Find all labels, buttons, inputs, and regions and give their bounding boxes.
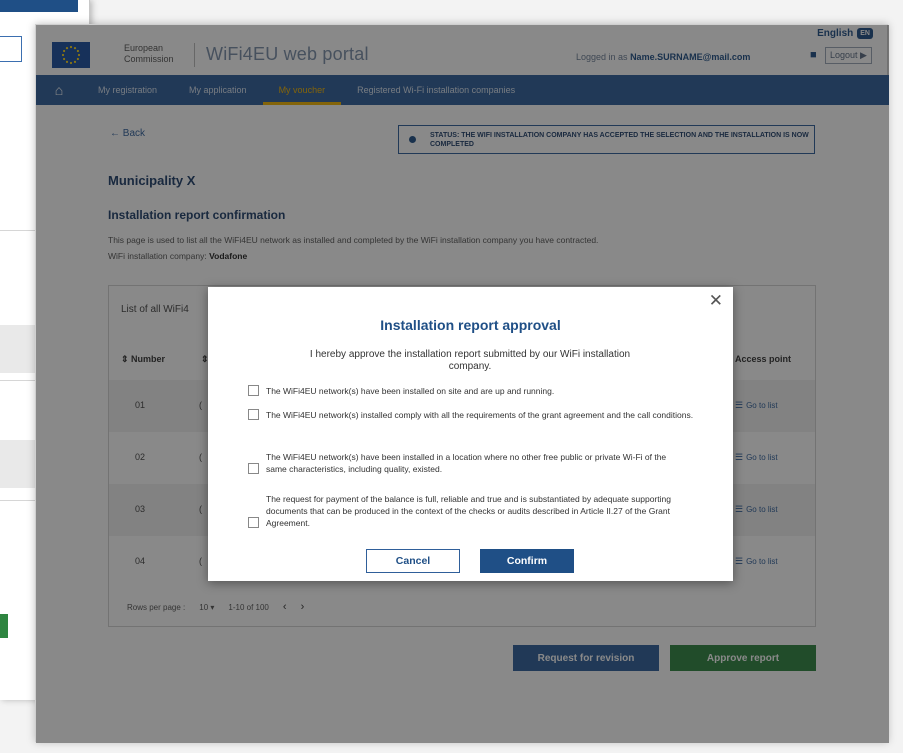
confirm-button[interactable]: Confirm [480,549,574,573]
checkbox-label: The WiFi4EU network(s) installed comply … [266,410,694,420]
dialog-intro: I hereby approve the installation report… [309,349,631,372]
background-window-field [0,36,22,62]
close-icon[interactable]: ✕ [709,291,723,311]
checkbox-label: The request for payment of the balance i… [266,494,671,528]
approval-check-item: The request for payment of the balance i… [248,493,706,529]
background-window-topbar [0,0,78,12]
approval-check-item: The WiFi4EU network(s) have been install… [248,385,668,397]
background-window-button [0,614,8,638]
cancel-button[interactable]: Cancel [366,549,460,573]
approval-checkbox[interactable] [248,409,259,420]
portal-window: English EN European Commission WiFi4EU w… [35,24,889,743]
dialog-title: Installation report approval [380,317,561,333]
approval-checkbox[interactable] [248,517,259,528]
approval-checkbox[interactable] [248,463,259,474]
checkbox-label: The WiFi4EU network(s) have been install… [266,452,667,474]
approval-check-item: The WiFi4EU network(s) have been install… [248,451,668,475]
checkbox-label: The WiFi4EU network(s) have been install… [266,386,555,396]
approval-check-item: The WiFi4EU network(s) installed comply … [248,409,700,421]
approval-checkbox[interactable] [248,385,259,396]
approval-dialog: ✕ Installation report approval I hereby … [208,287,733,581]
